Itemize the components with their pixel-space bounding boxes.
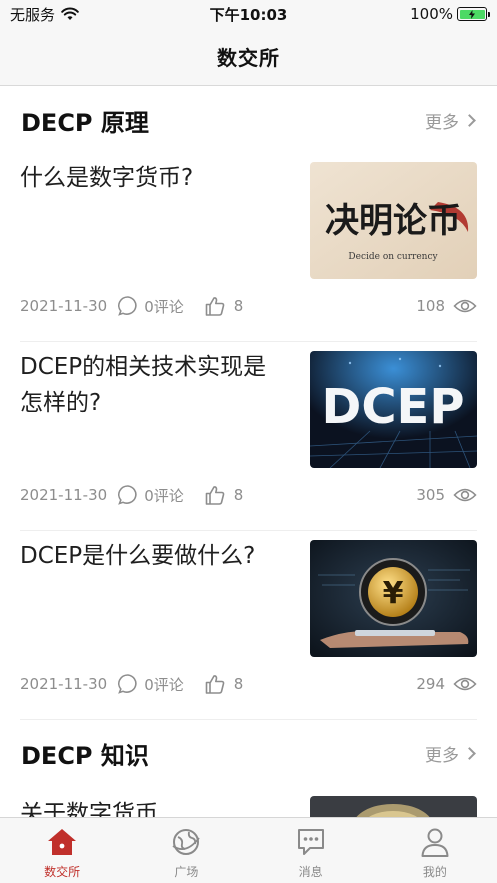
article-meta: 2021-11-30 0评论 8 305: [20, 483, 477, 507]
home-icon: [48, 829, 77, 855]
section-header-principle: DECP 原理 更多: [0, 87, 497, 153]
section-title: DECP 原理: [21, 108, 149, 137]
status-right: 100%: [410, 5, 490, 23]
article-meta: 2021-11-30 0评论 8 294: [20, 672, 477, 696]
more-label: 更多: [425, 112, 459, 133]
article-card[interactable]: 关于数字货币: [20, 786, 477, 817]
comment-count[interactable]: 0评论: [117, 673, 184, 695]
view-count-label: 108: [416, 297, 445, 315]
like-count-label: 8: [233, 675, 244, 693]
tab-label: 消息: [298, 865, 323, 879]
more-label: 更多: [425, 745, 459, 766]
content-scroll[interactable]: DECP 原理 更多 什么是数字货币? 决明论币 Decide on curre…: [0, 87, 497, 817]
view-count: 305: [416, 486, 477, 504]
tab-label: 我的: [422, 865, 447, 879]
more-button[interactable]: 更多: [425, 108, 477, 133]
article-thumbnail[interactable]: ¥: [310, 540, 477, 657]
user-icon: [421, 828, 449, 857]
wifi-icon: [61, 7, 79, 20]
charging-bolt-icon: [469, 9, 475, 19]
comment-icon: [118, 485, 137, 505]
thumb-calligraphy: 决明论币: [325, 201, 461, 241]
status-left: 无服务: [10, 4, 79, 25]
like-count-label: 8: [233, 486, 244, 504]
article-title[interactable]: 关于数字货币: [20, 796, 288, 817]
tab-label: 数交所: [44, 865, 81, 879]
nav-bar: 数交所: [0, 28, 497, 86]
chevron-right-icon: [463, 113, 476, 127]
article-thumbnail[interactable]: 决明论币 Decide on currency: [310, 162, 477, 279]
eye-icon: [453, 677, 477, 691]
comment-icon: [118, 296, 137, 316]
status-bar: 无服务 下午10:03 100%: [0, 0, 497, 28]
article-thumbnail[interactable]: DCEP: [310, 351, 477, 468]
chat-icon: [297, 829, 324, 855]
comment-count-label: 0评论: [144, 297, 184, 316]
tab-home[interactable]: 数交所: [0, 818, 124, 883]
thumb-caption: Decide on currency: [348, 252, 438, 262]
battery-percent: 100%: [410, 5, 453, 23]
view-count: 108: [416, 297, 477, 315]
battery-fill: [459, 9, 485, 19]
thumb-dcep-text: DCEP: [321, 379, 464, 435]
comment-count-label: 0评论: [144, 675, 184, 694]
tab-label: 广场: [174, 865, 199, 879]
section-title: DECP 知识: [21, 741, 149, 770]
view-count-label: 294: [416, 675, 445, 693]
article-title[interactable]: DCEP的相关技术实现是怎样的?: [20, 349, 288, 421]
battery-icon: [457, 7, 490, 21]
thumbs-up-icon: [205, 486, 225, 505]
like-count-label: 8: [233, 297, 244, 315]
eye-icon: [453, 488, 477, 502]
like-count[interactable]: 8: [204, 484, 244, 506]
article-thumbnail[interactable]: [310, 796, 477, 817]
article-title[interactable]: DCEP是什么要做什么?: [20, 538, 288, 574]
eye-icon: [453, 299, 477, 313]
tab-square[interactable]: 广场: [124, 818, 248, 883]
tab-bar: 数交所 广场 消息 我的: [0, 817, 497, 883]
article-meta: 2021-11-30 0评论 8 108: [20, 294, 477, 318]
more-button[interactable]: 更多: [425, 741, 477, 766]
thumbs-up-icon: [205, 297, 225, 316]
like-count[interactable]: 8: [204, 673, 244, 695]
view-count-label: 305: [416, 486, 445, 504]
article-date: 2021-11-30: [20, 297, 108, 315]
chevron-right-icon: [463, 746, 476, 760]
globe-icon: [172, 829, 201, 855]
article-date: 2021-11-30: [20, 486, 108, 504]
comment-count[interactable]: 0评论: [117, 295, 184, 317]
comment-count-label: 0评论: [144, 486, 184, 505]
view-count: 294: [416, 675, 477, 693]
article-date: 2021-11-30: [20, 675, 108, 693]
section-header-knowledge: DECP 知识 更多: [0, 720, 497, 786]
article-card[interactable]: DCEP的相关技术实现是怎样的? DCEP 2021-11-30 0评论 8 3…: [20, 342, 477, 531]
tab-profile[interactable]: 我的: [373, 818, 497, 883]
article-title[interactable]: 什么是数字货币?: [20, 160, 288, 196]
page-title: 数交所: [217, 46, 280, 70]
article-card[interactable]: 什么是数字货币? 决明论币 Decide on currency 2021-11…: [20, 153, 477, 342]
comment-icon: [118, 674, 137, 694]
thumbs-up-icon: [205, 675, 225, 694]
comment-count[interactable]: 0评论: [117, 484, 184, 506]
carrier-label: 无服务: [10, 5, 56, 24]
article-card[interactable]: DCEP是什么要做什么? ¥ 2021-11-30 0评论 8 294: [20, 531, 477, 720]
like-count[interactable]: 8: [204, 295, 244, 317]
thumb-yuan-symbol: ¥: [383, 576, 404, 611]
tab-messages[interactable]: 消息: [249, 818, 373, 883]
